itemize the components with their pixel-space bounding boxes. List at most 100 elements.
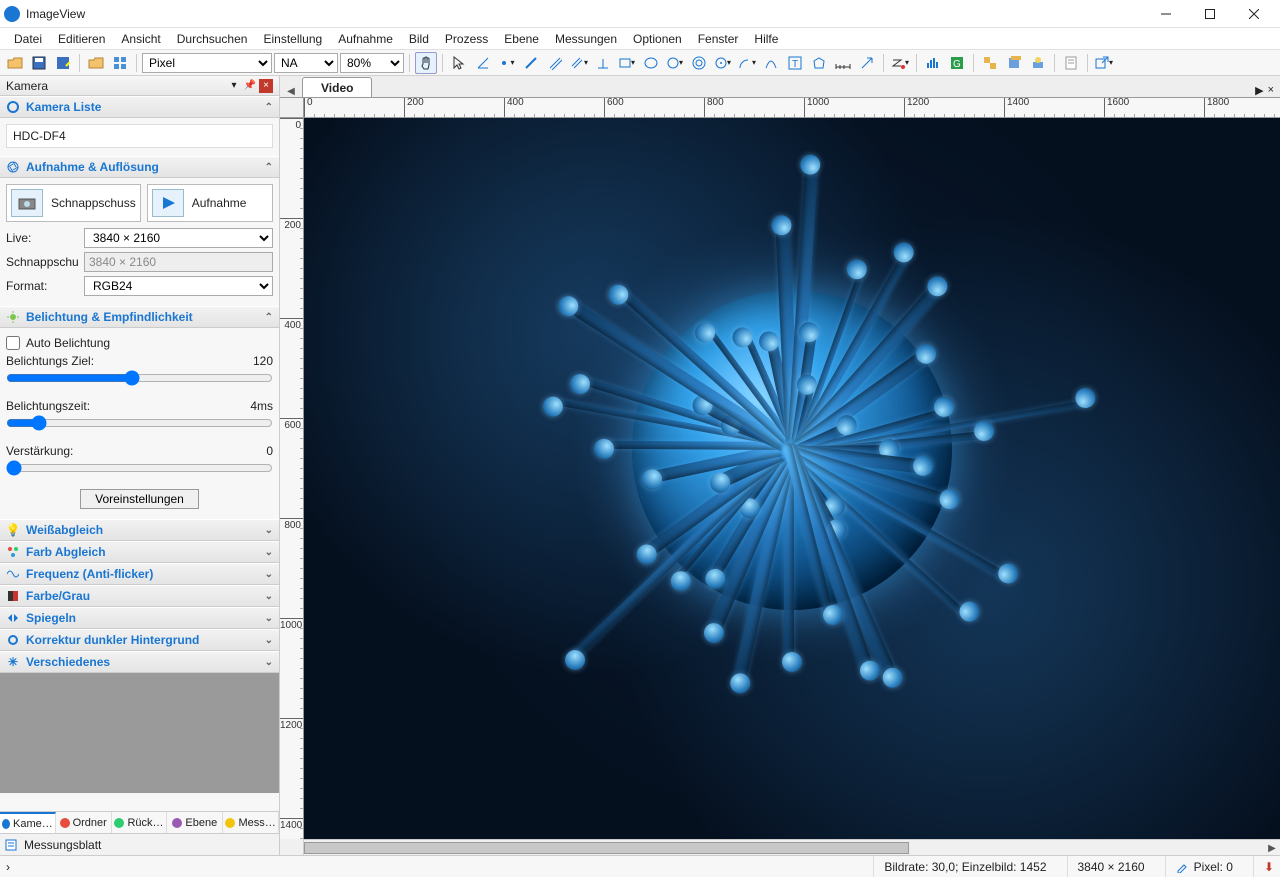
exposure-time-slider[interactable]	[6, 415, 273, 431]
contrast-icon	[6, 589, 20, 603]
ellipse-tool-icon[interactable]	[640, 52, 662, 74]
canvas[interactable]	[304, 118, 1280, 839]
sidebar-dropdown-icon[interactable]: ▾	[227, 79, 241, 93]
menu-durchsuchen[interactable]: Durchsuchen	[169, 30, 256, 48]
live-resolution-select[interactable]: 3840 × 2160	[84, 228, 273, 248]
status-expand-icon[interactable]: ›	[6, 860, 10, 874]
na-combo[interactable]: NA	[274, 53, 338, 73]
menu-datei[interactable]: Datei	[6, 30, 50, 48]
close-button[interactable]	[1232, 0, 1276, 27]
polygon-icon[interactable]	[808, 52, 830, 74]
open-icon[interactable]	[4, 52, 26, 74]
eyedropper-icon	[1176, 861, 1188, 873]
circle-tool-icon[interactable]: ▾	[664, 52, 686, 74]
tab-prev-icon[interactable]: ◀	[284, 86, 298, 97]
line-tool-icon[interactable]	[520, 52, 542, 74]
thumbnail-icon[interactable]	[109, 52, 131, 74]
menu-aufnahme[interactable]: Aufnahme	[330, 30, 401, 48]
save-icon[interactable]	[28, 52, 50, 74]
maximize-button[interactable]	[1188, 0, 1232, 27]
tab-next-icon[interactable]: ▶	[1255, 84, 1263, 97]
menu-messungen[interactable]: Messungen	[547, 30, 625, 48]
exposure-target-slider[interactable]	[6, 370, 273, 386]
section-whitebalance[interactable]: 💡Weißabgleich⌄	[0, 519, 279, 541]
parallel-icon[interactable]: ▾	[568, 52, 590, 74]
auto-exposure-checkbox[interactable]	[6, 336, 20, 350]
tab-mess[interactable]: Mess…	[223, 812, 279, 833]
sheet-icon[interactable]	[1060, 52, 1082, 74]
section-frequency[interactable]: Frequenz (Anti-flicker)⌄	[0, 563, 279, 585]
menu-bild[interactable]: Bild	[401, 30, 437, 48]
horizontal-scrollbar[interactable]: ◀ ▶	[304, 839, 1280, 855]
zoom-combo[interactable]: 80%	[340, 53, 404, 73]
text-tool-icon[interactable]: T	[784, 52, 806, 74]
section-exposure[interactable]: Belichtung & Empfindlichkeit ⌃	[0, 306, 279, 328]
curve-icon[interactable]	[760, 52, 782, 74]
z-tool-icon[interactable]: ▾	[889, 52, 911, 74]
section-camera-list[interactable]: Kamera Liste ⌃	[0, 96, 279, 118]
tab-rueck[interactable]: Rück…	[112, 812, 168, 833]
presets-button[interactable]: Voreinstellungen	[80, 489, 199, 509]
edf-icon[interactable]	[1003, 52, 1025, 74]
rect-tool-icon[interactable]: ▾	[616, 52, 638, 74]
scalebar-icon[interactable]	[832, 52, 854, 74]
menu-ebene[interactable]: Ebene	[496, 30, 547, 48]
browse-icon[interactable]	[85, 52, 107, 74]
play-icon	[152, 189, 184, 217]
menu-fenster[interactable]: Fenster	[690, 30, 747, 48]
point-tool-icon[interactable]: ▾	[496, 52, 518, 74]
arrow-tool-icon[interactable]	[856, 52, 878, 74]
status-framerate: Bildrate: 30,0; Einzelbild: 1452	[873, 856, 1046, 877]
menu-optionen[interactable]: Optionen	[625, 30, 690, 48]
snapshot-button[interactable]: Schnappschuss	[6, 184, 141, 222]
tab-kamera[interactable]: Kame…	[0, 812, 56, 833]
menu-hilfe[interactable]: Hilfe	[746, 30, 786, 48]
format-select[interactable]: RGB24	[84, 276, 273, 296]
tab-ordner[interactable]: Ordner	[56, 812, 112, 833]
stitch-icon[interactable]	[979, 52, 1001, 74]
vertical-ruler: 0200400600800100012001400	[280, 118, 304, 839]
minimize-button[interactable]	[1144, 0, 1188, 27]
angle-icon[interactable]	[472, 52, 494, 74]
tab-close-icon[interactable]: ×	[1268, 84, 1274, 97]
status-pixel: Pixel: 0	[1165, 856, 1233, 877]
grid-overlay-icon[interactable]: G	[946, 52, 968, 74]
tab-video[interactable]: Video	[302, 77, 372, 97]
statusbar: › Bildrate: 30,0; Einzelbild: 1452 3840 …	[0, 855, 1280, 877]
annulus-icon[interactable]	[688, 52, 710, 74]
section-mirror[interactable]: Spiegeln⌄	[0, 607, 279, 629]
section-colorbalance[interactable]: Farb Abgleich⌄	[0, 541, 279, 563]
section-colorgray[interactable]: Farbe/Grau⌄	[0, 585, 279, 607]
menu-ansicht[interactable]: Ansicht	[113, 30, 168, 48]
sheet-icon	[4, 838, 18, 852]
arc-icon[interactable]: ▾	[736, 52, 758, 74]
hline-icon[interactable]	[544, 52, 566, 74]
external-icon[interactable]: ▾	[1093, 52, 1115, 74]
dock-messungsblatt[interactable]: Messungsblatt	[0, 833, 279, 855]
scroll-right-icon[interactable]: ▶	[1264, 840, 1280, 856]
pointer-icon[interactable]	[448, 52, 470, 74]
menu-einstellung[interactable]: Einstellung	[255, 30, 330, 48]
perpendicular-icon[interactable]	[592, 52, 614, 74]
sidebar-pin-icon[interactable]: 📌	[243, 79, 257, 93]
chevron-up-icon: ⌃	[265, 312, 273, 323]
section-capture[interactable]: Aufnahme & Auflösung ⌃	[0, 156, 279, 178]
scroll-thumb[interactable]	[304, 842, 909, 854]
menu-prozess[interactable]: Prozess	[437, 30, 496, 48]
gain-slider[interactable]	[6, 460, 273, 476]
hdr-icon[interactable]	[1027, 52, 1049, 74]
camera-item[interactable]: HDC-DF4	[6, 124, 273, 148]
sun-icon	[6, 310, 20, 324]
quicksave-icon[interactable]	[52, 52, 74, 74]
sidebar-close-icon[interactable]: ×	[259, 79, 273, 93]
unit-combo[interactable]: Pixel	[142, 53, 272, 73]
menu-editieren[interactable]: Editieren	[50, 30, 113, 48]
circle-icon	[6, 633, 20, 647]
histogram-icon[interactable]	[922, 52, 944, 74]
circle2-icon[interactable]: ▾	[712, 52, 734, 74]
section-misc[interactable]: ✳Verschiedenes⌄	[0, 651, 279, 673]
tab-ebene[interactable]: Ebene	[167, 812, 223, 833]
hand-tool-icon[interactable]	[415, 52, 437, 74]
section-darkbg[interactable]: Korrektur dunkler Hintergrund⌄	[0, 629, 279, 651]
record-button[interactable]: Aufnahme	[147, 184, 273, 222]
